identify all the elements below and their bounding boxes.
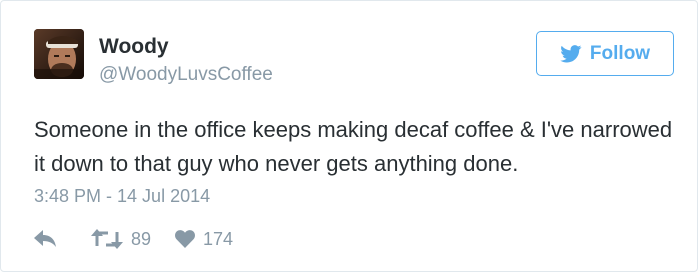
follow-button-label: Follow — [589, 42, 651, 64]
heart-icon — [175, 230, 196, 248]
retweet-button[interactable]: 89 — [91, 229, 151, 250]
reply-arrow-icon — [34, 230, 56, 247]
display-name[interactable]: Woody — [99, 34, 169, 60]
follow-button[interactable]: Follow — [536, 31, 674, 76]
like-count: 174 — [203, 228, 234, 249]
reply-button[interactable] — [34, 230, 58, 248]
user-handle[interactable]: @WoodyLuvsCoffee — [99, 63, 273, 87]
twitter-bird-icon — [560, 44, 582, 62]
avatar[interactable] — [34, 29, 84, 79]
retweet-count: 89 — [131, 228, 152, 249]
like-button[interactable]: 174 — [175, 229, 233, 250]
avatar-photo-icon — [34, 29, 84, 79]
tweet-text: Someone in the office keeps making decaf… — [34, 117, 673, 176]
tweet-actions: 89 174 — [34, 225, 233, 253]
tweet-card: Woody @WoodyLuvsCoffee Follow Someone in… — [0, 0, 698, 272]
retweet-icon — [91, 229, 123, 249]
tweet-timestamp[interactable]: 3:48 PM - 14 Jul 2014 — [34, 184, 210, 208]
